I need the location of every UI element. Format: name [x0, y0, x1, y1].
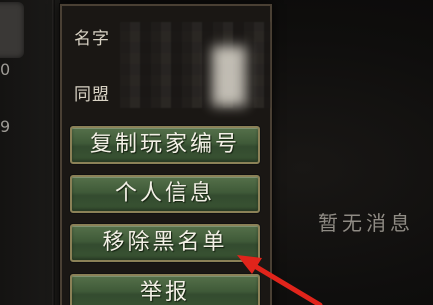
- censored-highlight: [212, 46, 246, 106]
- empty-message-text: 暂无消息: [318, 211, 414, 235]
- left-digit-0: 0: [0, 60, 11, 79]
- remove-from-blacklist-button[interactable]: 移除黑名单: [70, 224, 260, 262]
- left-panel: 0 9: [0, 0, 60, 305]
- player-alliance-label: 同盟: [74, 85, 110, 105]
- personal-info-button[interactable]: 个人信息: [70, 175, 260, 213]
- left-panel-digits: 0 9: [0, 22, 16, 174]
- report-button[interactable]: 举报: [70, 274, 260, 305]
- left-digit-1: 9: [0, 117, 11, 136]
- player-context-menu: 名字 同盟 复制玩家编号 个人信息 移除黑名单 举报: [60, 4, 272, 305]
- copy-player-id-button[interactable]: 复制玩家编号: [70, 126, 260, 164]
- game-screen: 0 9 名字 同盟 复制玩家编号 个人信息 移除黑名单 举报 暂无消息: [0, 0, 433, 305]
- panel-divider: [52, 0, 55, 305]
- player-name-label: 名字: [74, 29, 110, 49]
- censored-player-info: [120, 22, 270, 108]
